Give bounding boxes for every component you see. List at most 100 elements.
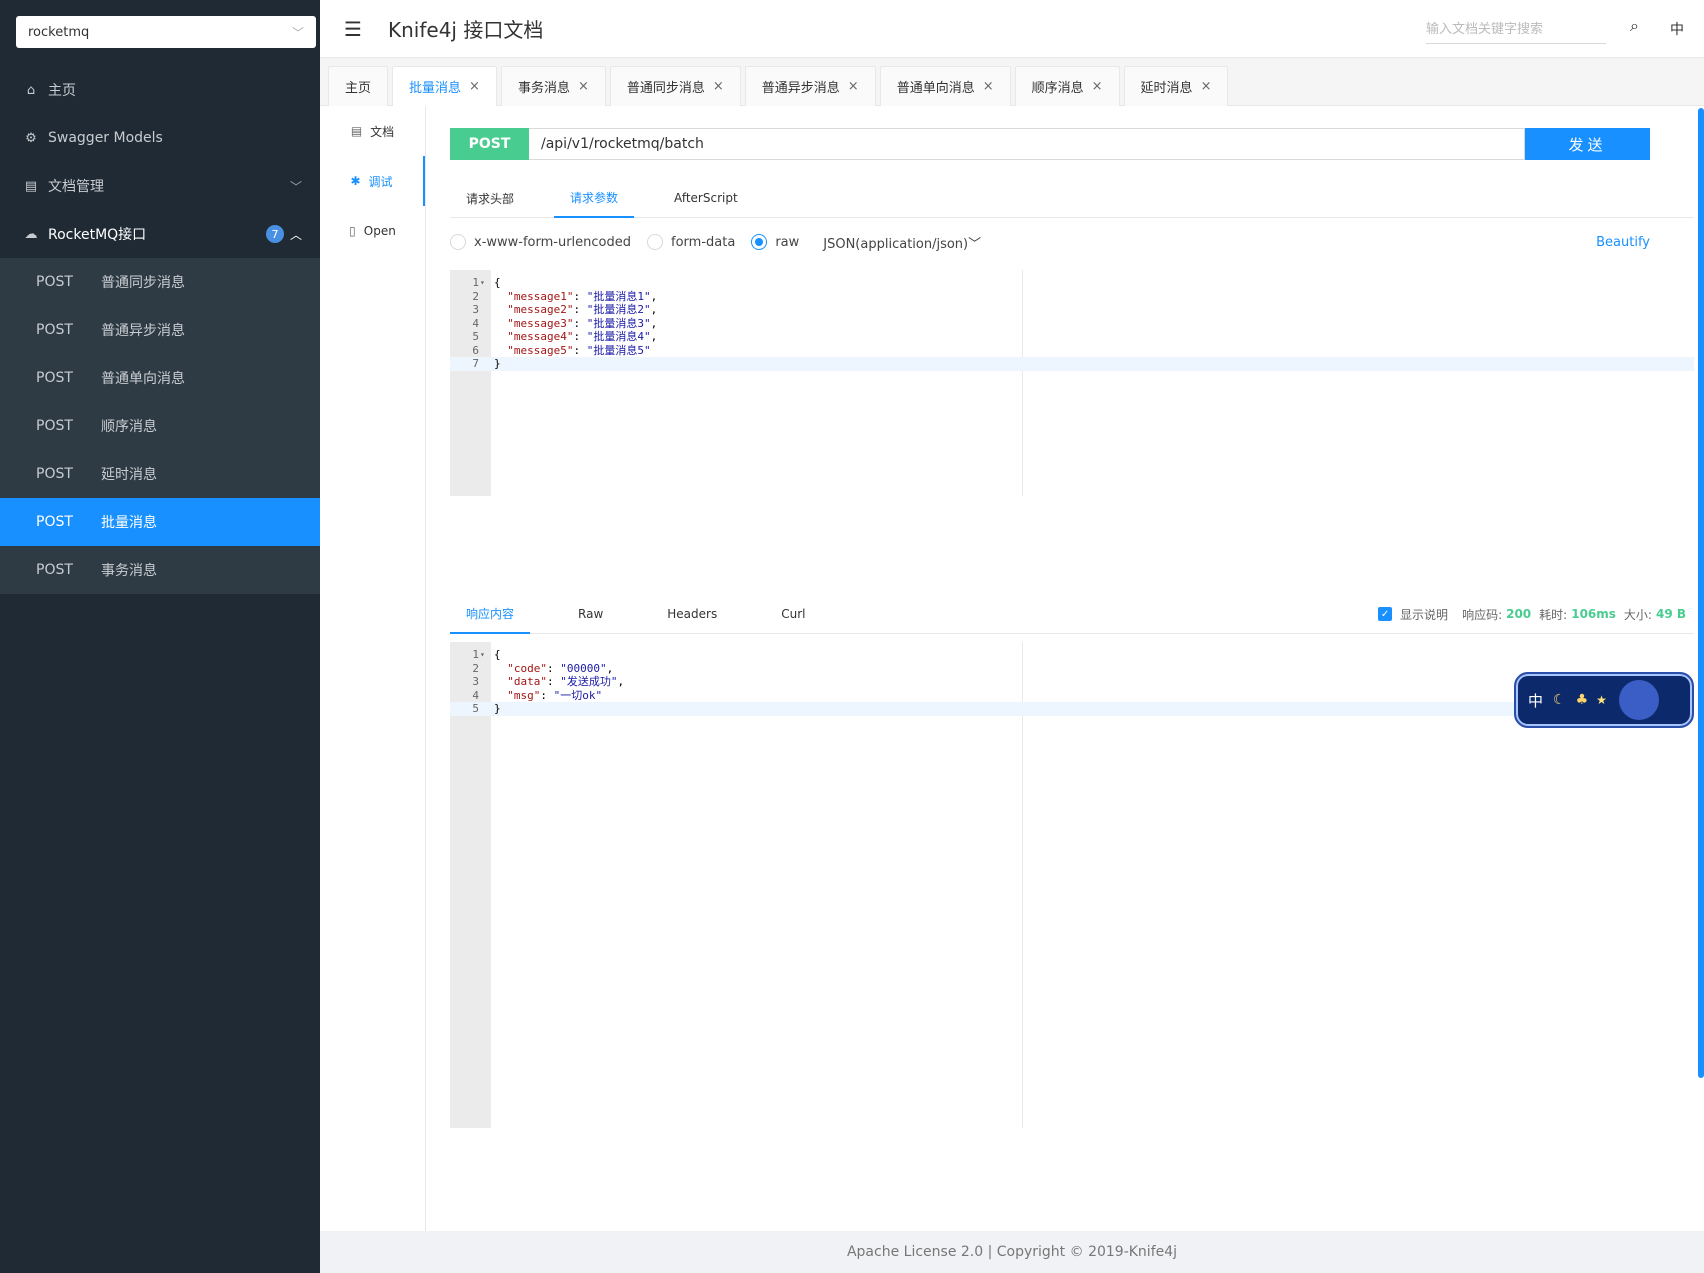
- tab-sync[interactable]: 普通同步消息 ×: [609, 66, 741, 106]
- sidebar: rocketmq ﹀ ⌂ 主页 ⚙ Swagger Models ▤ 文档管理 …: [0, 0, 320, 1273]
- fold-icon[interactable]: ▾: [480, 276, 485, 290]
- send-button[interactable]: 发送: [1525, 128, 1650, 160]
- group-select[interactable]: rocketmq ﹀: [16, 16, 316, 48]
- content-type-value: JSON(application/json): [823, 236, 969, 252]
- sidebar-item-transaction[interactable]: POST 事务消息: [0, 546, 320, 594]
- request-body-editor[interactable]: 1 ▾ { 2 "message1": "批量消息1", 3 "message2…: [450, 270, 1694, 496]
- tab-doc[interactable]: ▤ 文档: [320, 106, 425, 156]
- header: ☰ Knife4j 接口文档 ⌕ 中: [320, 0, 1704, 58]
- code-text: "message3": "批量消息3",: [507, 316, 658, 330]
- url-input[interactable]: /api/v1/rocketmq/batch: [529, 128, 1525, 160]
- tab-batch[interactable]: 批量消息 ×: [392, 66, 497, 106]
- sidebar-group-rocketmq[interactable]: ☁ RocketMQ接口 7 ︿: [0, 210, 320, 258]
- radio-raw[interactable]: raw: [751, 234, 799, 250]
- tab-oneway[interactable]: 普通单向消息 ×: [879, 66, 1011, 106]
- json-comma: ,: [650, 316, 658, 330]
- close-icon[interactable]: ×: [1201, 79, 1212, 94]
- code-text: }: [494, 357, 501, 370]
- line-number: 1: [472, 648, 479, 661]
- code-text: {: [494, 648, 501, 661]
- scrollbar[interactable]: [1698, 108, 1704, 1078]
- line-number: 4: [472, 688, 479, 702]
- tab-afterscript[interactable]: AfterScript: [658, 178, 754, 218]
- json-value: "批量消息5": [586, 343, 651, 357]
- sidebar-item-async[interactable]: POST 普通异步消息: [0, 306, 320, 354]
- close-icon[interactable]: ×: [469, 79, 480, 94]
- tab-response-curl[interactable]: Curl: [765, 594, 821, 634]
- method-label: POST: [36, 418, 73, 434]
- close-icon[interactable]: ×: [713, 79, 724, 94]
- json-key: "msg": [507, 688, 541, 702]
- close-icon[interactable]: ×: [1092, 79, 1103, 94]
- radio-label: raw: [775, 234, 800, 250]
- tab-request-headers[interactable]: 请求头部: [450, 178, 530, 218]
- close-icon[interactable]: ×: [983, 79, 994, 94]
- sidebar-item-oneway[interactable]: POST 普通单向消息: [0, 354, 320, 402]
- floating-theme-widget[interactable]: 中 ☾ ♣ ★: [1514, 672, 1694, 728]
- tab-delay[interactable]: 延时消息 ×: [1123, 66, 1229, 106]
- tab-response-headers[interactable]: Headers: [651, 594, 733, 634]
- json-value: "00000": [560, 661, 607, 675]
- star-icon: ★: [1596, 693, 1607, 707]
- sidebar-item-home[interactable]: ⌂ 主页: [0, 66, 320, 114]
- sidebar-item-label: 文档管理: [48, 179, 104, 195]
- radio-circle: [751, 234, 768, 250]
- tab-open[interactable]: ▯ Open: [320, 206, 425, 256]
- tab-request-params[interactable]: 请求参数: [554, 178, 635, 218]
- search-icon[interactable]: ⌕: [1630, 16, 1639, 36]
- close-icon[interactable]: ×: [848, 79, 859, 94]
- main-panel: ▤ 文档 ✱ 调试 ▯ Open POST /api/v1/rocketmq/b…: [320, 106, 1704, 1231]
- sidebar-item-ordered[interactable]: POST 顺序消息: [0, 402, 320, 450]
- json-key: "data": [507, 675, 547, 688]
- tab-ordered[interactable]: 顺序消息 ×: [1014, 66, 1120, 106]
- show-desc-checkbox[interactable]: ✓: [1378, 607, 1393, 621]
- sidebar-item-sync[interactable]: POST 普通同步消息: [0, 258, 320, 306]
- json-comma: ,: [650, 330, 658, 343]
- search-input[interactable]: [1426, 16, 1606, 44]
- language-toggle[interactable]: 中: [1670, 19, 1684, 39]
- radio-form-data[interactable]: form-data: [647, 234, 735, 250]
- json-comma: ,: [606, 661, 614, 675]
- sidebar-group-label: RocketMQ接口: [48, 227, 147, 243]
- tab-response-content[interactable]: 响应内容: [450, 594, 531, 634]
- json-value: "批量消息2": [586, 303, 651, 316]
- sidebar-item-swagger-models[interactable]: ⚙ Swagger Models: [0, 114, 320, 162]
- tab-label: 延时消息: [1140, 81, 1193, 96]
- fold-icon[interactable]: ▾: [480, 648, 485, 662]
- count-badge: 7: [265, 225, 284, 243]
- tab-label: 批量消息: [409, 81, 462, 96]
- response-time: 106ms: [1571, 607, 1616, 621]
- radio-urlencoded[interactable]: x-www-form-urlencoded: [450, 234, 631, 250]
- beautify-button[interactable]: Beautify: [1596, 235, 1650, 250]
- sidebar-item-batch[interactable]: POST 批量消息: [0, 498, 320, 546]
- response-body-editor[interactable]: 1 ▾ { 2 "code": "00000", 3 "data": "发送成功…: [450, 642, 1694, 1128]
- time-label: 耗时:: [1539, 607, 1568, 622]
- sidebar-submenu: POST 普通同步消息 POST 普通异步消息 POST 普通单向消息 POST…: [0, 258, 320, 594]
- widget-lang-label: 中: [1528, 691, 1544, 710]
- method-label: POST: [36, 466, 73, 482]
- tab-label: 普通异步消息: [761, 81, 840, 96]
- sidebar-item-label: 主页: [48, 83, 76, 99]
- menu-fold-icon[interactable]: ☰: [344, 17, 362, 41]
- sidebar-item-label: 顺序消息: [101, 419, 157, 435]
- method-label: POST: [36, 514, 73, 530]
- tab-transaction[interactable]: 事务消息 ×: [500, 66, 606, 106]
- json-comma: ,: [617, 675, 625, 688]
- line-number: 7: [472, 357, 479, 370]
- sidebar-item-delay[interactable]: POST 延时消息: [0, 450, 320, 498]
- json-value: "一切ok": [553, 688, 603, 702]
- tab-async[interactable]: 普通异步消息 ×: [744, 66, 876, 106]
- json-key: "message5": [507, 343, 574, 357]
- tab-response-raw[interactable]: Raw: [562, 594, 619, 634]
- content-type-select[interactable]: JSON(application/json)﹀: [823, 233, 981, 252]
- sidebar-item-doc-management[interactable]: ▤ 文档管理 ﹀: [0, 162, 320, 210]
- code-line: 5 "message4": "批量消息4",: [450, 330, 1694, 344]
- tab-home[interactable]: 主页: [328, 66, 389, 106]
- status-code: 200: [1506, 607, 1532, 621]
- json-key: "message1": [507, 289, 574, 303]
- line-number: 6: [472, 343, 479, 357]
- close-icon[interactable]: ×: [578, 79, 589, 94]
- tab-debug[interactable]: ✱ 调试: [320, 156, 425, 206]
- line-number: 3: [472, 675, 479, 688]
- stab-label: 调试: [368, 174, 393, 189]
